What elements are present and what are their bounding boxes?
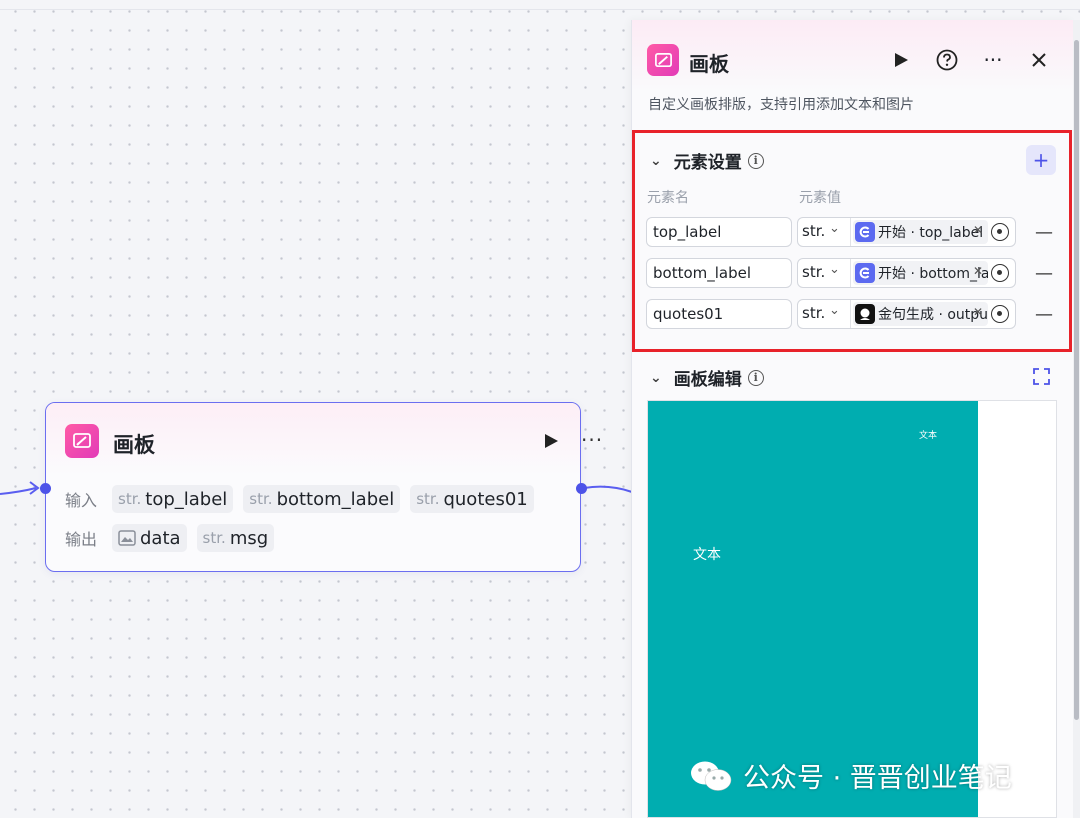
wechat-icon — [691, 761, 732, 791]
canvas-app-icon — [65, 424, 99, 458]
canvas-node[interactable]: 画板 ··· 输入 str. top_label str. bottom_label… — [40, 402, 602, 572]
input-port[interactable] — [40, 483, 51, 494]
top-border — [0, 0, 1080, 10]
more-icon[interactable]: ··· — [982, 49, 1004, 71]
panel-header: 画板 ··· 自定义画板排版，支持引用添加文本和图片 — [632, 20, 1074, 140]
node-title: 画板 — [113, 433, 155, 457]
more-icon[interactable]: ··· — [581, 430, 603, 450]
output-tag: str. msg — [196, 524, 275, 552]
run-button[interactable] — [890, 49, 912, 71]
input-tag: str. bottom_label — [243, 485, 401, 513]
highlight-box — [632, 130, 1072, 352]
outgoing-connector — [584, 485, 633, 493]
output-label: 输出 — [65, 530, 98, 549]
close-button[interactable] — [1028, 49, 1050, 71]
input-label: 输入 — [65, 491, 98, 510]
node-input-row: 输入 str. top_label str. bottom_label str. qu… — [65, 485, 534, 513]
scrollbar-thumb[interactable] — [1074, 40, 1079, 720]
panel-scrollbar[interactable] — [1073, 20, 1080, 818]
panel-title: 画板 — [689, 52, 729, 76]
help-icon — [936, 49, 958, 71]
canvas-app-icon — [647, 44, 679, 76]
node-output-row: 输出 data str. msg — [65, 524, 275, 552]
panel-description: 自定义画板排版，支持引用添加文本和图片 — [648, 97, 914, 113]
fullscreen-icon[interactable] — [1033, 368, 1050, 385]
canvas-section-title: 画板编辑 — [673, 370, 742, 390]
output-tag: data — [112, 524, 187, 552]
input-tag: str. top_label — [112, 485, 234, 513]
play-icon — [894, 53, 908, 67]
canvas-text-element[interactable]: 文本 — [693, 544, 721, 564]
node-header: 画板 ··· — [46, 403, 602, 475]
play-icon[interactable] — [543, 433, 559, 449]
input-tag: str. quotes01 — [410, 485, 534, 513]
output-port[interactable] — [576, 483, 587, 494]
watermark: 公众号 · 晋晋创业笔记 — [689, 756, 1012, 795]
info-icon[interactable]: i — [747, 369, 764, 386]
chevron-down-icon[interactable]: ⌄ — [650, 370, 662, 386]
image-icon — [118, 530, 136, 546]
canvas-section-header[interactable]: ⌄ 画板编辑 i — [650, 365, 764, 390]
close-icon — [1032, 53, 1046, 67]
help-button[interactable] — [936, 49, 958, 71]
canvas-text-element[interactable]: 文本 — [919, 428, 937, 441]
